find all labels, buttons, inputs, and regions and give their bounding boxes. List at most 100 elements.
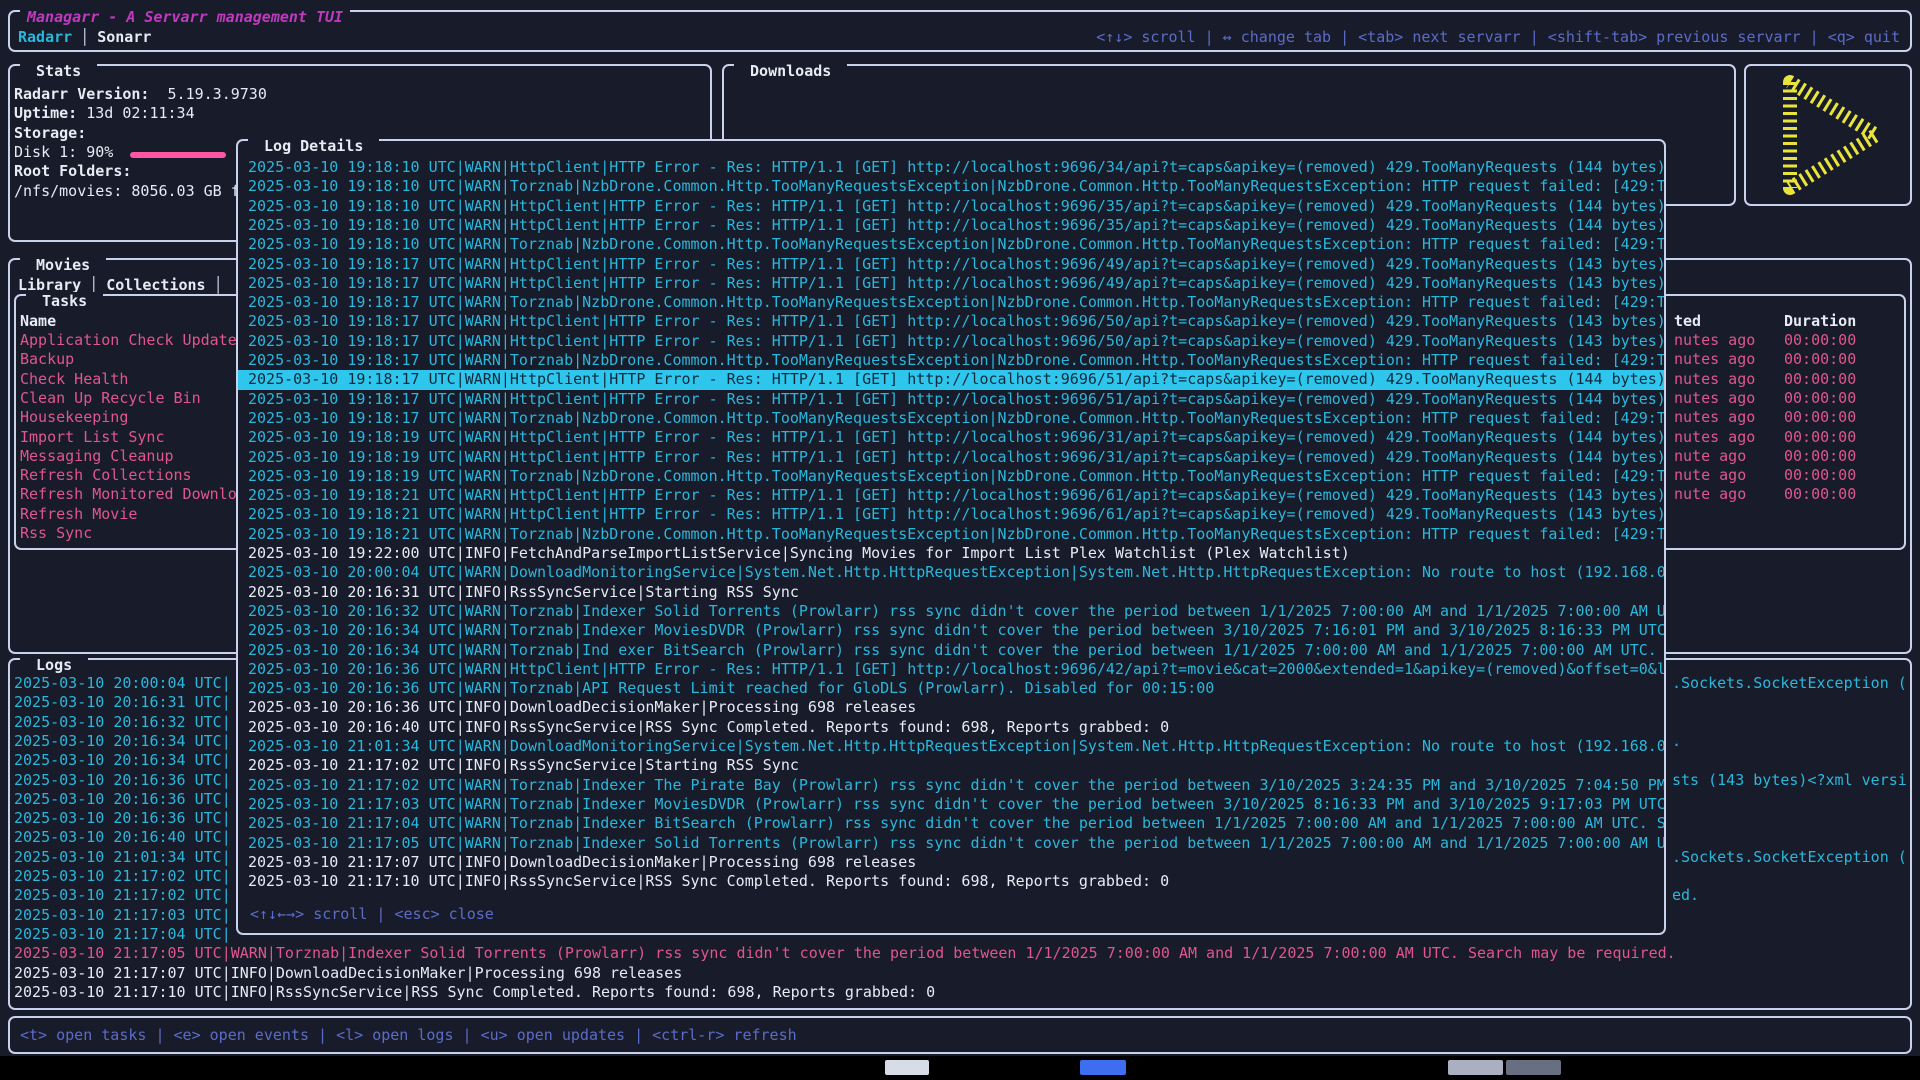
log-detail-line[interactable]: 2025-03-10 21:17:02 UTC|WARN|Torznab|Ind…	[248, 776, 1664, 796]
uptime-value: 13d 02:11:34	[77, 104, 194, 122]
top-keybindings: <↑↓> scroll | ↔ change tab | <tab> next …	[1096, 28, 1900, 46]
log-detail-line[interactable]: 2025-03-10 21:17:02 UTC|INFO|RssSyncServ…	[248, 756, 1664, 776]
taskbar-fragment	[1448, 1060, 1503, 1075]
tab-sonarr[interactable]: Sonarr	[97, 28, 151, 46]
log-detail-line[interactable]: 2025-03-10 20:16:31 UTC|INFO|RssSyncServ…	[248, 583, 1664, 603]
log-row[interactable]: 2025-03-10 21:17:07 UTC|INFO|DownloadDec…	[14, 964, 682, 984]
task-row-name[interactable]: Application Check Update	[20, 331, 237, 351]
log-row-clipped[interactable]: 2025-03-10 20:16:34 UTC|	[14, 751, 231, 771]
log-row-clipped[interactable]: 2025-03-10 20:16:31 UTC|	[14, 693, 231, 713]
tab-collections[interactable]: Collections	[106, 276, 205, 294]
log-detail-line[interactable]: 2025-03-10 19:18:10 UTC|WARN|HttpClient|…	[248, 197, 1664, 217]
log-detail-line[interactable]: 2025-03-10 20:16:36 UTC|WARN|Torznab|API…	[248, 679, 1664, 699]
disk-label: Disk 1: 90%	[14, 143, 113, 163]
log-detail-line[interactable]: 2025-03-10 20:16:34 UTC|WARN|Torznab|Ind…	[248, 621, 1664, 641]
task-row-name[interactable]: Check Health	[20, 370, 128, 390]
taskbar-fragment	[885, 1060, 929, 1075]
task-row-name[interactable]: Import List Sync	[20, 428, 165, 448]
bottom-black-strip	[0, 1056, 1920, 1080]
log-detail-line[interactable]: 2025-03-10 20:16:34 UTC|WARN|Torznab|Ind…	[248, 641, 1664, 661]
disk-usage-gauge	[130, 152, 226, 158]
log-row-clipped[interactable]: 2025-03-10 21:17:02 UTC|	[14, 867, 231, 887]
task-row-name[interactable]: Refresh Movie	[20, 505, 137, 525]
log-detail-line[interactable]: 2025-03-10 20:16:40 UTC|INFO|RssSyncServ…	[248, 718, 1664, 738]
log-detail-line[interactable]: 2025-03-10 19:18:17 UTC|WARN|Torznab|Nzb…	[248, 293, 1664, 313]
log-detail-line[interactable]: 2025-03-10 20:16:36 UTC|INFO|DownloadDec…	[248, 698, 1664, 718]
log-detail-line[interactable]: 2025-03-10 19:18:21 UTC|WARN|Torznab|Nzb…	[248, 525, 1664, 545]
log-detail-line[interactable]: 2025-03-10 19:18:17 UTC|WARN|HttpClient|…	[248, 312, 1664, 332]
stats-version-row: Radarr Version: 5.19.3.9730	[14, 85, 267, 105]
task-row-name[interactable]: Housekeeping	[20, 408, 128, 428]
log-detail-line[interactable]: 2025-03-10 21:17:05 UTC|WARN|Torznab|Ind…	[248, 834, 1664, 854]
log-detail-line[interactable]: 2025-03-10 19:18:10 UTC|WARN|HttpClient|…	[248, 216, 1664, 236]
log-detail-line[interactable]: 2025-03-10 19:18:17 UTC|WARN|Torznab|Nzb…	[248, 409, 1664, 429]
log-details-body: 2025-03-10 19:18:10 UTC|WARN|HttpClient|…	[238, 141, 1664, 933]
task-row-executed: nutes ago	[1674, 389, 1755, 409]
log-detail-line[interactable]: 2025-03-10 21:17:04 UTC|WARN|Torznab|Ind…	[248, 814, 1664, 834]
task-row-name[interactable]: Messaging Cleanup	[20, 447, 174, 467]
log-detail-line[interactable]: 2025-03-10 19:18:17 UTC|WARN|HttpClient|…	[248, 332, 1664, 352]
log-detail-line[interactable]: 2025-03-10 21:01:34 UTC|WARN|DownloadMon…	[248, 737, 1664, 757]
storage-label: Storage:	[14, 124, 86, 144]
log-detail-line[interactable]: 2025-03-10 19:22:00 UTC|INFO|FetchAndPar…	[248, 544, 1664, 564]
task-row-duration: 00:00:00	[1784, 370, 1856, 390]
task-row-name[interactable]: Backup	[20, 350, 74, 370]
log-detail-line[interactable]: 2025-03-10 20:16:32 UTC|WARN|Torznab|Ind…	[248, 602, 1664, 622]
log-details-footer-keybindings: <↑↓←→> scroll | <esc> close	[250, 905, 494, 923]
log-row-clipped[interactable]: 2025-03-10 20:16:32 UTC|	[14, 713, 231, 733]
task-row-executed: nute ago	[1674, 447, 1746, 467]
log-detail-line[interactable]: 2025-03-10 19:18:10 UTC|WARN|Torznab|Nzb…	[248, 235, 1664, 255]
bottom-bar: <t> open tasks | <e> open events | <l> o…	[8, 1016, 1912, 1054]
task-row-duration: 00:00:00	[1784, 485, 1856, 505]
log-detail-line[interactable]: 2025-03-10 19:18:17 UTC|WARN|HttpClient|…	[248, 390, 1664, 410]
task-row-name[interactable]: Refresh Monitored Downlo	[20, 485, 237, 505]
log-row[interactable]: 2025-03-10 21:17:10 UTC|INFO|RssSyncServ…	[14, 983, 935, 1003]
tab-radarr[interactable]: Radarr	[18, 28, 72, 46]
version-value: 5.19.3.9730	[149, 85, 266, 103]
log-detail-line[interactable]: 2025-03-10 19:18:21 UTC|WARN|HttpClient|…	[248, 505, 1664, 525]
app-title: Managarr - A Servarr management TUI	[20, 8, 350, 27]
log-row-clipped[interactable]: 2025-03-10 21:01:34 UTC|	[14, 848, 231, 868]
log-detail-line[interactable]: 2025-03-10 21:17:03 UTC|WARN|Torznab|Ind…	[248, 795, 1664, 815]
log-detail-line[interactable]: 2025-03-10 20:16:36 UTC|WARN|HttpClient|…	[248, 660, 1664, 680]
log-row-clipped[interactable]: 2025-03-10 20:16:40 UTC|	[14, 828, 231, 848]
log-detail-line[interactable]: 2025-03-10 19:18:21 UTC|WARN|HttpClient|…	[248, 486, 1664, 506]
downloads-panel-title: Downloads	[734, 62, 847, 81]
log-row-clipped[interactable]: 2025-03-10 21:17:02 UTC|	[14, 886, 231, 906]
log-detail-line[interactable]: 2025-03-10 19:18:17 UTC|WARN|HttpClient|…	[248, 274, 1664, 294]
log-detail-line[interactable]: 2025-03-10 19:18:10 UTC|WARN|Torznab|Nzb…	[248, 177, 1664, 197]
log-detail-line[interactable]: 2025-03-10 21:17:10 UTC|INFO|RssSyncServ…	[248, 872, 1664, 892]
task-row-duration: 00:00:00	[1784, 331, 1856, 351]
log-row-clipped[interactable]: 2025-03-10 20:16:34 UTC|	[14, 732, 231, 752]
task-row-executed: nute ago	[1674, 466, 1746, 486]
task-row-executed: nutes ago	[1674, 428, 1755, 448]
log-detail-line[interactable]: 2025-03-10 19:18:10 UTC|WARN|HttpClient|…	[248, 158, 1664, 178]
log-row[interactable]: 2025-03-10 21:17:05 UTC|WARN|Torznab|Ind…	[14, 944, 1676, 964]
log-row-clipped[interactable]: 2025-03-10 20:16:36 UTC|	[14, 771, 231, 791]
log-row-clipped[interactable]: 2025-03-10 20:16:36 UTC|	[14, 790, 231, 810]
task-row-name[interactable]: Rss Sync	[20, 524, 92, 544]
tasks-header-executed: ted	[1674, 312, 1701, 332]
task-row-name[interactable]: Clean Up Recycle Bin	[20, 389, 201, 409]
log-detail-line[interactable]: 2025-03-10 19:18:19 UTC|WARN|Torznab|Nzb…	[248, 467, 1664, 487]
task-row-duration: 00:00:00	[1784, 389, 1856, 409]
log-detail-line[interactable]: 2025-03-10 20:00:04 UTC|WARN|DownloadMon…	[248, 563, 1664, 583]
log-row-clipped[interactable]: 2025-03-10 20:16:36 UTC|	[14, 809, 231, 829]
log-detail-line[interactable]: 2025-03-10 19:18:17 UTC|WARN|HttpClient|…	[248, 255, 1664, 275]
root-folder-value: /nfs/movies: 8056.03 GB f	[14, 182, 240, 202]
log-detail-line[interactable]: 2025-03-10 21:17:07 UTC|INFO|DownloadDec…	[248, 853, 1664, 873]
log-row-clipped[interactable]: 2025-03-10 20:00:04 UTC|	[14, 674, 231, 694]
bottom-keybindings: <t> open tasks | <e> open events | <l> o…	[20, 1026, 797, 1044]
log-detail-line[interactable]: 2025-03-10 19:18:17 UTC|WARN|Torznab|Nzb…	[248, 351, 1664, 371]
log-detail-line[interactable]: 2025-03-10 19:18:17 UTC|WARN|HttpClient|…	[238, 370, 1664, 390]
log-row-clipped[interactable]: 2025-03-10 21:17:03 UTC|	[14, 906, 231, 926]
servarr-tabs: Radarr│Sonarr	[18, 28, 151, 46]
task-row-executed: nutes ago	[1674, 370, 1755, 390]
managarr-play-logo-icon	[1746, 66, 1910, 204]
log-row-overflow: sts (143 bytes)<?xml versi	[1672, 771, 1907, 791]
task-row-executed: nutes ago	[1674, 350, 1755, 370]
log-detail-line[interactable]: 2025-03-10 19:18:19 UTC|WARN|HttpClient|…	[248, 448, 1664, 468]
log-row-clipped[interactable]: 2025-03-10 21:17:04 UTC|	[14, 925, 231, 945]
log-detail-line[interactable]: 2025-03-10 19:18:19 UTC|WARN|HttpClient|…	[248, 428, 1664, 448]
task-row-name[interactable]: Refresh Collections	[20, 466, 192, 486]
